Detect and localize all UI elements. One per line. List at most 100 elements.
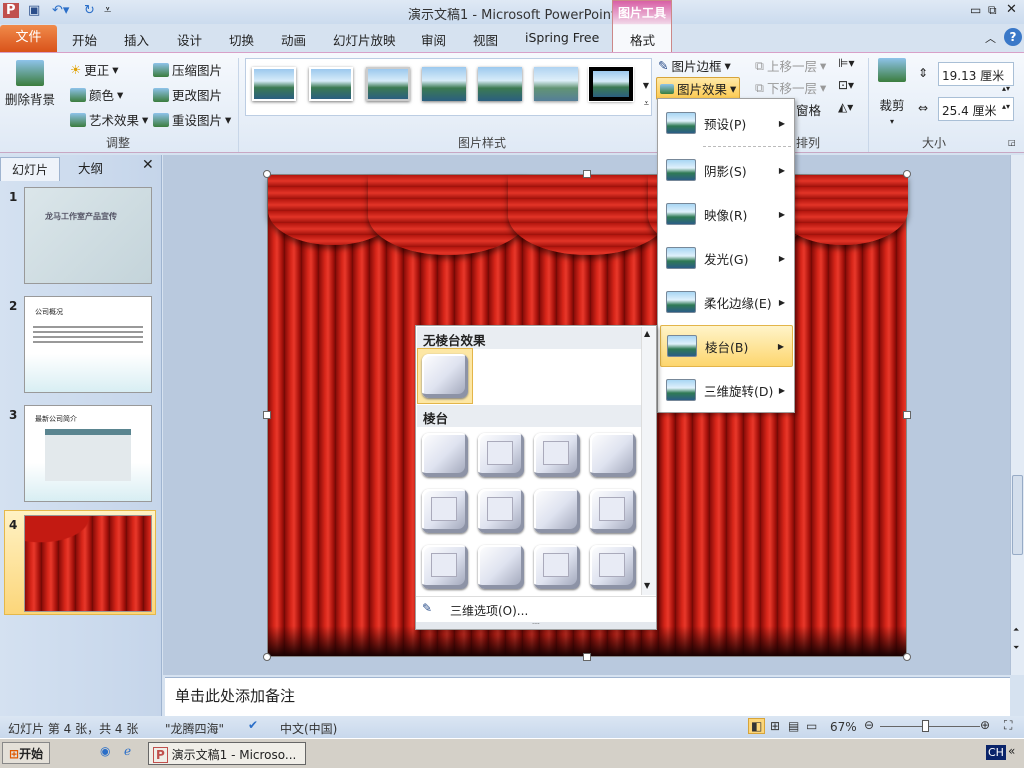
style-thumb[interactable] (588, 66, 634, 102)
scroll-up-icon[interactable]: ▲ (644, 329, 650, 338)
scroll-down-icon[interactable]: ▼ (644, 581, 650, 590)
align-icon[interactable]: ⊫▾ (838, 56, 854, 70)
reset-picture-button[interactable]: 重设图片 ▾ (153, 110, 231, 129)
reading-view-icon[interactable]: ▤ (788, 719, 799, 733)
tab-file[interactable]: 文件 (0, 25, 57, 52)
menu-item-soft-edges[interactable]: 柔化边缘(E) ▶ (660, 281, 793, 323)
bevel-option[interactable] (534, 489, 580, 533)
bevel-option[interactable] (590, 545, 636, 589)
style-thumb[interactable] (478, 67, 522, 101)
bevel-none-option[interactable] (417, 348, 473, 404)
slide-thumb-1[interactable]: 龙马工作室产品宣传 (24, 187, 152, 284)
resize-handle[interactable] (263, 653, 271, 661)
tab-slideshow[interactable]: 幻灯片放映 (333, 30, 396, 49)
selection-pane-button[interactable]: 窗格 (796, 100, 821, 119)
language-status[interactable]: 中文(中国) (280, 720, 337, 737)
resize-handle[interactable] (903, 653, 911, 661)
resize-handle[interactable] (583, 653, 591, 661)
menu-item-glow[interactable]: 发光(G) ▶ (660, 237, 793, 279)
taskbar-window-powerpoint[interactable]: P 演示文稿1 - Microso... (148, 742, 306, 765)
resize-handle[interactable] (263, 411, 271, 419)
next-slide-icon[interactable]: ⏷ (1013, 643, 1019, 653)
gallery-scroll-down-icon[interactable]: ▼ (643, 81, 649, 90)
spellcheck-icon[interactable]: ✔ (248, 718, 258, 732)
minimize-icon[interactable]: ▭ (970, 3, 981, 17)
fit-to-window-icon[interactable]: ⛶ (1004, 718, 1012, 733)
tab-home[interactable]: 开始 (72, 30, 97, 49)
width-input[interactable]: 25.4 厘米 ▴▾ (938, 97, 1014, 121)
bevel-option[interactable] (534, 433, 580, 477)
bevel-option[interactable] (422, 489, 468, 533)
picture-effects-button[interactable]: 图片效果 ▾ (656, 77, 741, 100)
gallery-scrollbar[interactable]: ▲ ▼ (641, 327, 656, 595)
change-picture-button[interactable]: 更改图片 (153, 85, 222, 104)
tab-design[interactable]: 设计 (177, 30, 202, 49)
picture-border-button[interactable]: ✎ 图片边框 ▾ (658, 56, 731, 75)
resize-handle[interactable] (903, 170, 911, 178)
color-button[interactable]: 颜色 ▾ (70, 85, 123, 104)
slide-thumb-3[interactable]: 最新公司简介 (24, 405, 152, 502)
rotate-icon[interactable]: ◭▾ (838, 100, 853, 114)
crop-button[interactable]: 裁剪 ▾ (878, 58, 906, 126)
close-panel-icon[interactable]: ✕ (142, 157, 154, 173)
gallery-more-icon[interactable]: ⩡ (644, 99, 649, 109)
resize-handle[interactable] (263, 170, 271, 178)
bevel-option[interactable] (590, 433, 636, 477)
notes-input[interactable]: 单击此处添加备注 (165, 677, 1010, 716)
bevel-option[interactable] (422, 545, 468, 589)
tray-expand-icon[interactable]: « (1008, 744, 1015, 758)
slideshow-icon[interactable]: ▭ (806, 719, 817, 733)
resize-handle[interactable] (583, 170, 591, 178)
style-thumb[interactable] (252, 67, 296, 101)
zoom-level[interactable]: 67% (830, 720, 857, 734)
bevel-option[interactable] (478, 489, 524, 533)
compress-pictures-button[interactable]: 压缩图片 (153, 60, 222, 79)
tab-review[interactable]: 审阅 (421, 30, 446, 49)
resize-handle[interactable] (903, 411, 911, 419)
remove-background-button[interactable]: 删除背景 (5, 60, 55, 108)
picture-styles-gallery[interactable]: ▼ ⩡ (245, 58, 652, 116)
resize-gripper[interactable]: ···· (416, 622, 656, 629)
tab-format[interactable]: 格式 (630, 30, 655, 49)
start-button[interactable]: ⊞开始 (2, 742, 51, 764)
bevel-option[interactable] (590, 489, 636, 533)
ime-indicator[interactable]: CH (986, 745, 1006, 760)
prev-slide-icon[interactable]: ⏶ (1013, 625, 1019, 635)
ie-icon[interactable]: ℯ (124, 744, 131, 758)
collapse-ribbon-icon[interactable]: ︿ (985, 30, 996, 46)
slide-thumb-2[interactable]: 公司概况 (24, 296, 152, 393)
tab-slides[interactable]: 幻灯片 (0, 157, 60, 181)
bevel-option[interactable] (478, 545, 524, 589)
bring-forward-button[interactable]: ⧉ 上移一层 ▾ (755, 56, 826, 75)
menu-item-shadow[interactable]: 阴影(S) ▶ (660, 149, 793, 191)
tab-transitions[interactable]: 切换 (229, 30, 254, 49)
normal-view-icon[interactable]: ◧ (748, 718, 766, 734)
height-input[interactable]: 19.13 厘米 ▴▾ (938, 62, 1014, 93)
group-icon[interactable]: ⊡▾ (838, 78, 854, 92)
style-thumb[interactable] (366, 67, 410, 101)
slide-sorter-icon[interactable]: ⊞ (770, 719, 780, 733)
3d-options-item[interactable]: ✎ 三维选项(O)... (416, 596, 656, 622)
menu-item-preset[interactable]: 预设(P) ▶ (660, 102, 793, 144)
zoom-slider[interactable] (880, 720, 980, 732)
vertical-scrollbar[interactable]: ⏶ ⏷ (1010, 155, 1024, 675)
quick-launch-icon[interactable]: ◉ (100, 744, 110, 758)
tab-view[interactable]: 视图 (473, 30, 498, 49)
send-backward-button[interactable]: ⧉ 下移一层 ▾ (755, 78, 826, 97)
style-thumb[interactable] (309, 67, 353, 101)
tab-outline[interactable]: 大纲 (78, 158, 103, 177)
tab-ispring[interactable]: iSpring Free (525, 30, 599, 45)
help-icon[interactable]: ? (1004, 28, 1022, 46)
size-dialog-launcher-icon[interactable]: ◲ (1008, 138, 1016, 147)
menu-item-bevel[interactable]: 棱台(B) ▶ (660, 325, 793, 367)
style-thumb[interactable] (534, 67, 578, 101)
bevel-option[interactable] (534, 545, 580, 589)
artistic-effects-button[interactable]: 艺术效果 ▾ (70, 110, 148, 129)
close-icon[interactable]: ✕ (1006, 2, 1017, 17)
tab-insert[interactable]: 插入 (124, 30, 149, 49)
menu-item-reflection[interactable]: 映像(R) ▶ (660, 193, 793, 235)
zoom-slider-thumb[interactable] (922, 720, 929, 732)
bevel-option[interactable] (422, 433, 468, 477)
zoom-out-icon[interactable]: ⊖ (864, 718, 874, 732)
corrections-button[interactable]: ☀ 更正 ▾ (70, 60, 119, 79)
